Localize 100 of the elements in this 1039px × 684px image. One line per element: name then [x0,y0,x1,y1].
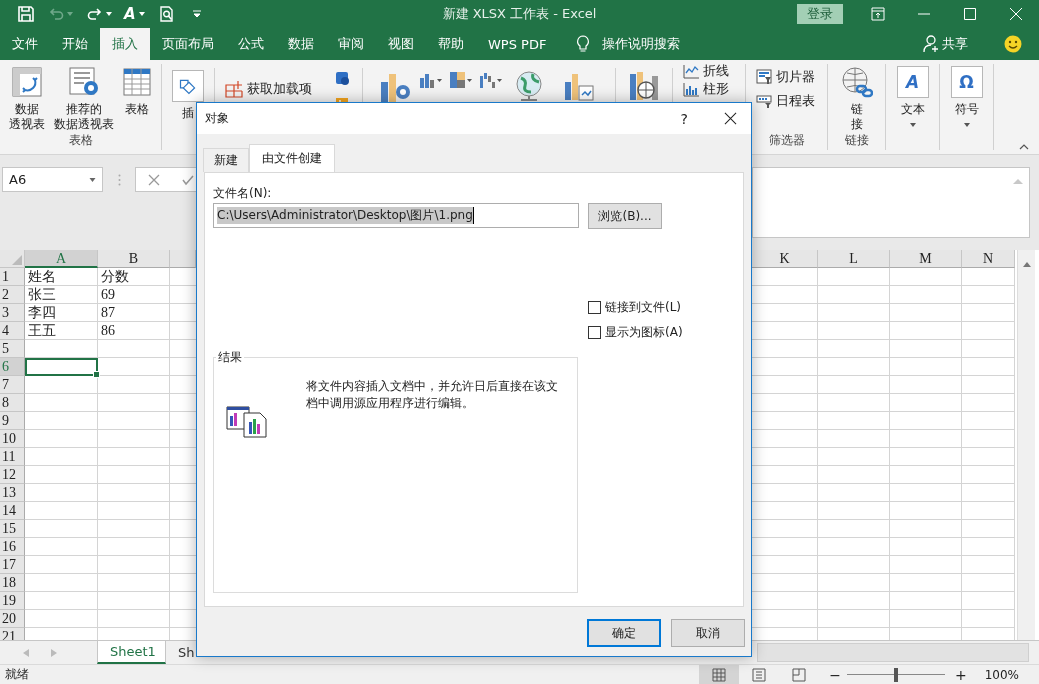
save-icon[interactable] [18,6,34,22]
column-chart-icon[interactable] [419,72,443,88]
column-header[interactable]: M [890,250,962,268]
redo-icon[interactable] [87,6,103,22]
link-icon[interactable] [840,66,873,98]
zoom-level[interactable]: 100% [984,667,1019,682]
dialog-tab[interactable]: 由文件创建 [249,144,335,172]
row-header[interactable]: 18 [0,574,25,592]
line-sparkline-button[interactable]: 折线 [683,63,729,79]
row-header[interactable]: 15 [0,520,25,538]
shapes-icon[interactable] [172,70,204,102]
column-sparkline-button[interactable]: 柱形 [683,81,729,97]
table-icon[interactable] [121,66,153,98]
cancel-icon[interactable] [148,173,160,186]
column-header[interactable]: A [25,250,98,268]
add-ins-icon[interactable] [225,80,243,98]
row-header[interactable]: 9 [0,412,25,430]
ribbon-tab[interactable]: 页面布局 [150,28,226,60]
row-header[interactable]: 6 [0,358,25,376]
print-preview-icon[interactable] [158,6,175,22]
font-icon[interactable]: A [124,5,136,23]
slicer-icon[interactable] [756,69,772,85]
get-add-ins-button[interactable]: 获取加载项 [225,80,312,98]
ribbon-tab[interactable]: WPS PDF [476,28,559,60]
vertical-scrollbar[interactable] [1017,250,1035,640]
table-button[interactable]: 表格 [118,66,156,117]
share-button[interactable]: 共享 [942,35,968,53]
ok-button[interactable]: 确定 [587,619,661,647]
globe-icon[interactable] [513,70,545,102]
ribbon-tab[interactable]: 开始 [50,28,100,60]
column-header[interactable]: B [98,250,170,268]
timeline-button[interactable]: 日程表 [756,92,815,110]
ribbon-tab[interactable]: 数据 [276,28,326,60]
sheet-tab[interactable]: Sheet1 [97,641,166,664]
column-header[interactable]: K [752,250,818,268]
caret-icon[interactable] [963,123,970,127]
ribbon-tab[interactable]: 公式 [226,28,276,60]
close-icon[interactable] [724,112,737,125]
row-header[interactable]: 2 [0,286,25,304]
link-button[interactable]: 链 接 [828,66,885,132]
zoom-slider-thumb[interactable] [893,667,898,682]
ribbon-tab[interactable]: 插入 [100,28,150,60]
help-button[interactable]: ? [680,110,688,127]
add-in-app-icon[interactable] [334,70,350,86]
zoom-out-button[interactable]: − [829,666,841,683]
row-header[interactable]: 5 [0,340,25,358]
checkbox-label[interactable]: 显示为图标(A) [605,324,683,341]
name-box[interactable]: A6 [2,167,103,192]
row-header[interactable]: 16 [0,538,25,556]
formula-input[interactable] [752,167,1030,238]
row-header[interactable]: 17 [0,556,25,574]
smiley-icon[interactable] [1004,35,1022,53]
check-icon[interactable] [182,173,194,186]
text-button[interactable]: A 文本 [886,66,939,127]
dialog-tab[interactable]: 新建 [203,148,249,172]
hierarchy-chart-icon[interactable] [449,72,473,88]
checkbox-label[interactable]: 链接到文件(L) [605,299,682,316]
customize-icon[interactable] [192,10,201,18]
row-header[interactable]: 10 [0,430,25,448]
row-header[interactable]: 1 [0,268,25,286]
ribbon-tab[interactable]: 审阅 [326,28,376,60]
ribbon-tab[interactable]: 文件 [0,28,50,60]
ribbon-tab[interactable]: 视图 [376,28,426,60]
sheet-tab[interactable]: Sh [166,641,207,664]
row-header[interactable]: 11 [0,448,25,466]
person-add-icon[interactable] [923,35,939,53]
tell-me-search[interactable]: 操作说明搜索 [602,35,681,53]
illustrations-button[interactable]: 插 [172,70,204,121]
line-sparkline-icon[interactable] [683,63,699,79]
row-header[interactable]: 12 [0,466,25,484]
page-layout-icon[interactable] [752,667,767,682]
row-header[interactable]: 4 [0,322,25,340]
grid-view-icon[interactable] [712,667,727,682]
column-header[interactable]: L [818,250,890,268]
horizontal-scrollbar[interactable] [757,643,1029,662]
row-header[interactable]: 19 [0,592,25,610]
row-header[interactable]: 13 [0,484,25,502]
timeline-icon[interactable] [756,93,772,109]
row-header[interactable]: 8 [0,394,25,412]
symbol-button[interactable]: Ω 符号 [940,66,993,127]
checkbox[interactable] [588,326,601,339]
browse-button[interactable]: 浏览(B)... [588,203,662,229]
caret-icon[interactable] [138,12,145,16]
column-sparkline-icon[interactable] [683,81,699,97]
view-button[interactable] [699,665,740,684]
checkbox[interactable] [588,301,601,314]
recommended-pivot-table-button[interactable]: 推荐的 数据透视表 [50,66,118,132]
maximize-icon[interactable] [963,7,977,21]
ribbon-display-icon[interactable] [871,7,885,21]
row-header[interactable]: 7 [0,376,25,394]
ribbon-tab[interactable]: 帮助 [426,28,476,60]
slicer-button[interactable]: 切片器 [756,68,815,86]
pivot-table-button[interactable]: 数据 透视表 [4,66,50,132]
cancel-button[interactable]: 取消 [671,619,745,647]
lightbulb-icon[interactable] [576,35,591,53]
waterfall-chart-icon[interactable] [479,72,503,88]
row-header[interactable]: 14 [0,502,25,520]
sign-in-button[interactable]: 登录 [797,4,843,24]
caret-icon[interactable] [909,123,916,127]
undo-icon[interactable] [48,6,64,22]
